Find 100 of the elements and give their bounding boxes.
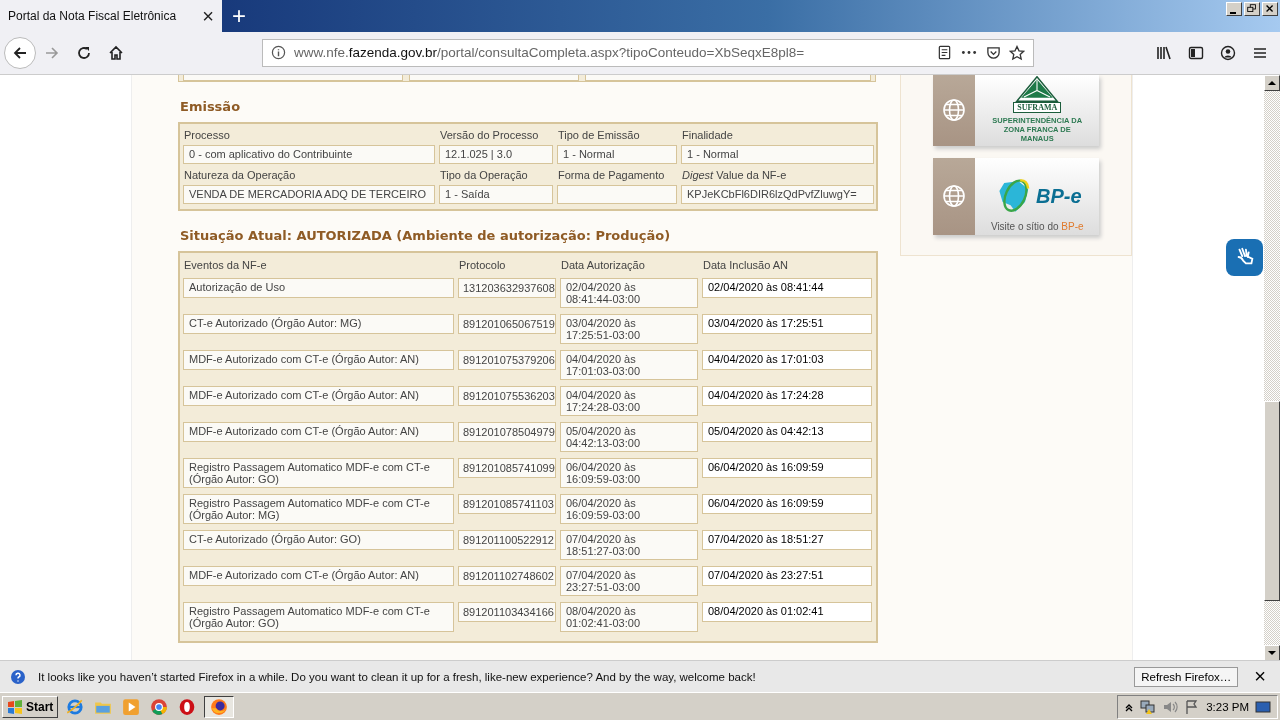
table-cell: CT-e Autorizado (Órgão Autor: GO)	[183, 529, 454, 550]
table-cell: 04/04/2020 às 17:24:28	[702, 385, 872, 406]
table-cell: Registro Passagem Automatico MDF-e com CT-e (Órgão Autor: GO)	[183, 601, 454, 632]
restore-icon	[1245, 3, 1259, 15]
banner-caption: Visite o sítio do BP-e	[990, 220, 1084, 232]
clock-time: 3:23 PM	[1206, 700, 1249, 713]
table-cell: 891201065067519	[458, 313, 556, 334]
forward-arrow-icon	[44, 44, 60, 61]
close-tab-button[interactable]: ×	[202, 6, 214, 26]
column-header: Data Inclusão AN	[702, 257, 789, 273]
table-cell: 891201078504979	[458, 421, 556, 442]
field-label: Finalidade	[681, 127, 734, 143]
media-player-icon	[122, 697, 141, 716]
field-label: Versão do Processo	[439, 127, 540, 143]
field-value: 12.1.025 | 3.0	[439, 144, 553, 164]
table-cell: MDF-e Autorizado com CT-e (Órgão Autor: AN)	[183, 565, 454, 586]
address-bar[interactable]: www.nfe.fazenda.gov.br/portal/consultaCompleta.aspx?tipoConteudo=XbSeqxE8pl8=	[262, 38, 1034, 67]
table-cell: 08/04/2020 às 01:02:41-03:00	[560, 601, 698, 632]
table-cell: MDF-e Autorizado com CT-e (Órgão Autor: AN)	[183, 349, 454, 370]
table-cell: 04/04/2020 às 17:01:03	[702, 349, 872, 370]
pocket-icon[interactable]	[986, 45, 1001, 61]
refresh-firefox-button[interactable]: Refresh Firefox…	[1134, 666, 1239, 687]
field-label: Digest Value da NF-e	[681, 167, 788, 183]
section-title: Emissão	[180, 98, 242, 114]
field-label: Tipo de Emissão	[557, 127, 641, 143]
opera-icon	[178, 697, 197, 716]
windows-logo-icon	[7, 698, 23, 715]
reader-view-icon[interactable]	[937, 45, 952, 61]
network-icon[interactable]	[1140, 698, 1157, 715]
table-cell: 03/04/2020 às 17:25:51-03:00	[560, 313, 698, 344]
ie-icon	[66, 697, 85, 716]
field-label: Forma de Pagamento	[557, 167, 666, 183]
table-cell: 06/04/2020 às 16:09:59	[702, 493, 872, 514]
start-button[interactable]: Start	[2, 695, 59, 718]
accessibility-hand-button[interactable]	[1226, 238, 1263, 276]
table-cell: 04/04/2020 às 17:01:03-03:00	[560, 349, 698, 380]
home-icon	[108, 44, 124, 61]
library-icon	[1156, 44, 1172, 61]
table-cell: MDF-e Autorizado com CT-e (Órgão Autor: AN)	[183, 385, 454, 406]
table-cell: 891201102748602	[458, 565, 556, 586]
table-cell: 06/04/2020 às 16:09:59-03:00	[560, 493, 698, 524]
field-value: 1 - Normal	[557, 144, 677, 164]
table-cell: 08/04/2020 às 01:02:41	[702, 601, 872, 622]
show-desktop-icon[interactable]	[1255, 698, 1271, 715]
taskbar-button[interactable]	[204, 695, 235, 718]
minimize-icon	[1230, 12, 1236, 14]
table-cell: Registro Passagem Automatico MDF-e com CT-e (Órgão Autor: MG)	[183, 493, 454, 524]
field-value: 0 - com aplicativo do Contribuinte	[183, 144, 435, 164]
table-cell: CT-e Autorizado (Órgão Autor: MG)	[183, 313, 454, 334]
logo-text: SUFRAMA	[1013, 101, 1062, 113]
table-cell: 891201100522912	[458, 529, 556, 550]
sidebar-icon	[1188, 44, 1204, 61]
browser-tab[interactable]: Portal da Nota Fiscal Eletrônica ×	[0, 0, 222, 32]
column-header: Protocolo	[458, 257, 507, 273]
section-title: Situação Atual: AUTORIZADA (Ambiente de autorização: Produção)	[180, 227, 672, 243]
table-cell: Registro Passagem Automatico MDF-e com CT-e (Órgão Autor: GO)	[183, 457, 454, 488]
help-icon	[10, 668, 26, 685]
field-value: 1 - Normal	[681, 144, 874, 164]
table-cell: 02/04/2020 às 08:41:44-03:00	[560, 277, 698, 308]
new-tab-button[interactable]: +	[222, 0, 256, 32]
table-cell: 07/04/2020 às 23:27:51	[702, 565, 872, 586]
back-button[interactable]	[4, 36, 36, 69]
chrome-icon	[150, 697, 169, 716]
field-label: Processo	[183, 127, 231, 143]
field-value: 1 - Saída	[439, 184, 553, 204]
table-cell: 07/04/2020 às 18:51:27	[702, 529, 872, 550]
table-cell: 891201075536203	[458, 385, 556, 406]
notification-message: It looks like you haven’t started Firefox in a while. Do you want to clean it up for a fresh, like-new experience? And by the way, welcome back!	[38, 670, 757, 683]
scroll-down-button[interactable]	[1264, 644, 1280, 661]
column-header: Eventos da NF-e	[183, 257, 268, 273]
table-cell: 05/04/2020 às 04:42:13-03:00	[560, 421, 698, 452]
table-cell: 07/04/2020 às 23:27:51-03:00	[560, 565, 698, 596]
globe-icon	[942, 184, 967, 209]
table-cell: 07/04/2020 às 18:51:27-03:00	[560, 529, 698, 560]
table-cell: 891201075379206	[458, 349, 556, 370]
table-cell: 05/04/2020 às 04:42:13	[702, 421, 872, 442]
field-value: KPJeKCbFl6DIR6lzQdPvfZluwgY=	[681, 184, 874, 204]
account-icon	[1220, 44, 1236, 61]
star-icon[interactable]	[1009, 44, 1025, 61]
globe-icon	[942, 98, 967, 123]
back-arrow-icon	[12, 44, 28, 61]
restore-button[interactable]	[1244, 2, 1260, 16]
triangle-logo-icon	[1015, 75, 1060, 102]
reload-icon	[76, 44, 92, 61]
table-cell: 891201085741103	[458, 493, 556, 514]
logo-text: BP-e	[1035, 184, 1082, 208]
close-button[interactable]	[1262, 2, 1278, 16]
bpe-banner[interactable]: BP-e Visite o sítio do BP-e	[933, 157, 1100, 235]
url-text: www.nfe.fazenda.gov.br/portal/consultaCompleta.aspx?tipoConteudo=XbSeqxE8pl8=	[294, 45, 806, 61]
table-cell: Autorização de Uso	[183, 277, 454, 298]
field-label: Tipo da Operação	[439, 167, 529, 183]
table-cell: 04/04/2020 às 17:24:28-03:00	[560, 385, 698, 416]
close-button[interactable]: ×	[1250, 665, 1270, 689]
table-cell: 06/04/2020 às 16:09:59-03:00	[560, 457, 698, 488]
table-cell: 06/04/2020 às 16:09:59	[702, 457, 872, 478]
table-cell: 131203632937608	[458, 277, 556, 298]
column-header: Data Autorização	[560, 257, 646, 273]
field-label: Natureza da Operação	[183, 167, 297, 183]
scrollbar-thumb[interactable]	[1264, 400, 1280, 601]
minimize-button[interactable]	[1226, 2, 1242, 16]
